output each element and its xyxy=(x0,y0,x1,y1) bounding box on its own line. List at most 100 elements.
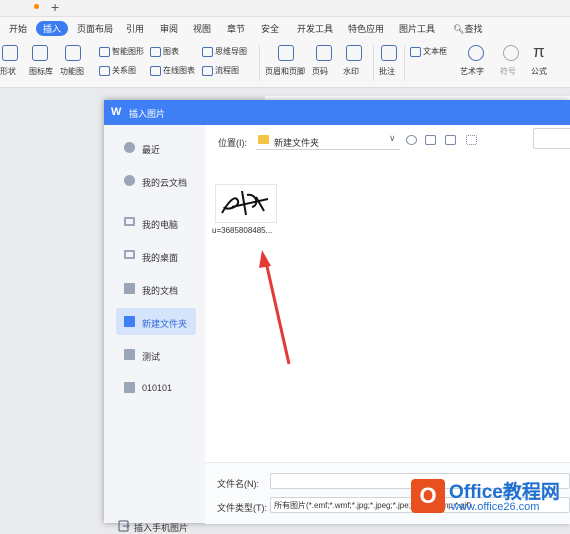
sidebar-item-my-computer[interactable]: 我的电脑 xyxy=(116,211,196,235)
flow-chart-label: 流程图 xyxy=(215,66,239,75)
sidebar-item-label: 我的云文档 xyxy=(142,178,188,188)
location-label: 位置(I): xyxy=(218,138,247,148)
ribbon-divider xyxy=(259,45,260,81)
folder-icon xyxy=(124,349,135,360)
filename-label: 文件名(N): xyxy=(217,479,259,489)
menu-search-label: 查找 xyxy=(464,24,483,34)
flow-chart-button[interactable]: 流程图 xyxy=(202,65,239,76)
dialog-title-bar: W 插入图片 xyxy=(104,100,570,125)
chart-icon xyxy=(150,46,161,57)
menu-picture-tools[interactable]: 图片工具 xyxy=(399,22,435,35)
ribbon-divider xyxy=(404,45,405,81)
symbol-button[interactable]: 符号 xyxy=(500,66,516,77)
office-logo-icon: O xyxy=(411,479,445,513)
signature-image xyxy=(221,190,269,216)
sidebar-item-my-documents[interactable]: 我的文档 xyxy=(116,277,196,301)
online-chart-button[interactable]: 在线图表 xyxy=(150,65,195,76)
watermark-button[interactable]: 水印 xyxy=(343,66,359,77)
menu-developer[interactable]: 开发工具 xyxy=(297,22,333,35)
search-input[interactable] xyxy=(533,128,570,149)
up-folder-icon[interactable] xyxy=(425,135,436,145)
cloud-doc-icon xyxy=(124,175,135,186)
location-select[interactable]: 新建文件夹 ∨ xyxy=(256,131,400,150)
flow-chart-icon xyxy=(202,65,213,76)
wps-writer-logo-icon: W xyxy=(111,106,122,118)
sidebar-item-cloud-docs[interactable]: 我的云文档 xyxy=(116,169,196,193)
relation-chart-label: 关系图 xyxy=(112,66,136,75)
insert-phone-images-button[interactable]: 插入手机图片 xyxy=(118,520,188,534)
phone-import-icon xyxy=(118,520,130,532)
watermark-icon xyxy=(346,45,362,61)
image-thumbnail[interactable] xyxy=(215,184,277,223)
sidebar-item-test[interactable]: 测试 xyxy=(116,343,196,367)
menu-section[interactable]: 章节 xyxy=(227,22,245,35)
back-icon[interactable] xyxy=(406,135,417,145)
menu-insert[interactable]: 插入 xyxy=(36,21,69,36)
relation-chart-button[interactable]: 关系图 xyxy=(99,65,136,76)
chevron-down-icon: ∨ xyxy=(389,133,396,143)
online-chart-icon xyxy=(150,65,161,76)
function-chart-button[interactable]: 功能图 xyxy=(60,66,84,77)
folder-icon xyxy=(124,283,135,294)
comment-icon xyxy=(381,45,397,61)
new-folder-icon[interactable] xyxy=(445,135,456,145)
shape-icon xyxy=(2,45,18,61)
tab-strip: + xyxy=(0,0,570,17)
art-text-icon xyxy=(468,45,484,61)
art-text-button[interactable]: 艺术字 xyxy=(460,66,484,77)
menu-search[interactable]: 🔍︎查找 xyxy=(453,22,482,35)
dialog-sidebar: 最近 我的云文档 我的电脑 我的桌面 我的文档 新建文件夹 测试 010101 xyxy=(104,125,205,533)
symbol-icon xyxy=(503,45,519,61)
chart-button[interactable]: 图表 xyxy=(150,46,179,57)
sidebar-item-label: 最近 xyxy=(142,145,161,155)
folder-icon xyxy=(124,382,135,393)
menu-references[interactable]: 引用 xyxy=(126,22,144,35)
menu-security[interactable]: 安全 xyxy=(261,22,279,35)
menu-bar: 开始 插入 页面布局 引用 审阅 视图 章节 安全 开发工具 特色应用 图片工具… xyxy=(0,17,570,39)
sidebar-item-label: 测试 xyxy=(142,352,161,362)
insert-picture-dialog: W 插入图片 最近 我的云文档 我的电脑 我的桌面 我的文档 新建文件夹 测试 … xyxy=(104,100,570,533)
ribbon: 形状 图标库 功能图 智能图形 关系图 图表 在线图表 思维导图 流程图 页眉和… xyxy=(0,39,570,88)
folder-icon xyxy=(258,135,269,144)
smart-art-label: 智能图形 xyxy=(112,47,144,56)
sidebar-item-010101[interactable]: 010101 xyxy=(116,376,196,400)
menu-review[interactable]: 审阅 xyxy=(160,22,178,35)
sidebar-item-my-desktop[interactable]: 我的桌面 xyxy=(116,244,196,268)
watermark-site: www.office26.com xyxy=(451,501,540,513)
function-chart-icon xyxy=(65,45,81,61)
sidebar-item-recent[interactable]: 最近 xyxy=(116,136,196,160)
menu-features[interactable]: 特色应用 xyxy=(348,22,384,35)
chart-label: 图表 xyxy=(163,47,179,56)
textbox-icon xyxy=(410,46,421,57)
sidebar-item-label: 我的文档 xyxy=(142,286,179,296)
clock-icon xyxy=(124,142,135,153)
sidebar-item-label: 010101 xyxy=(142,383,173,393)
page-number-button[interactable]: 页码 xyxy=(312,66,328,77)
menu-page-layout[interactable]: 页面布局 xyxy=(77,22,113,35)
header-footer-icon xyxy=(278,45,294,61)
smart-art-button[interactable]: 智能图形 xyxy=(99,46,144,57)
folder-icon xyxy=(124,316,135,327)
sidebar-item-new-folder[interactable]: 新建文件夹 xyxy=(116,308,196,335)
header-footer-button[interactable]: 页眉和页脚 xyxy=(265,66,305,77)
textbox-label: 文本框 xyxy=(423,47,447,56)
textbox-button[interactable]: 文本框 xyxy=(410,46,447,57)
menu-home[interactable]: 开始 xyxy=(9,22,27,35)
desktop-icon xyxy=(124,250,135,259)
shape-button[interactable]: 形状 xyxy=(0,66,16,77)
icon-library-button[interactable]: 图标库 xyxy=(29,66,53,77)
filetype-label: 文件类型(T): xyxy=(217,503,267,513)
smart-art-icon xyxy=(99,46,110,57)
comment-button[interactable]: 批注 xyxy=(379,66,395,77)
menu-view[interactable]: 视图 xyxy=(193,22,211,35)
watermark-brand: Office教程网 xyxy=(449,482,560,503)
mind-map-icon xyxy=(202,46,213,57)
pi-icon: π xyxy=(533,42,545,61)
view-mode-icon[interactable] xyxy=(466,135,477,145)
new-tab-button[interactable]: + xyxy=(51,0,59,15)
location-value: 新建文件夹 xyxy=(274,138,320,148)
dialog-title: 插入图片 xyxy=(129,109,166,119)
formula-button[interactable]: 公式 xyxy=(531,66,547,77)
image-file-name: u=3685808485... xyxy=(212,226,273,235)
mind-map-button[interactable]: 思维导图 xyxy=(202,46,247,57)
